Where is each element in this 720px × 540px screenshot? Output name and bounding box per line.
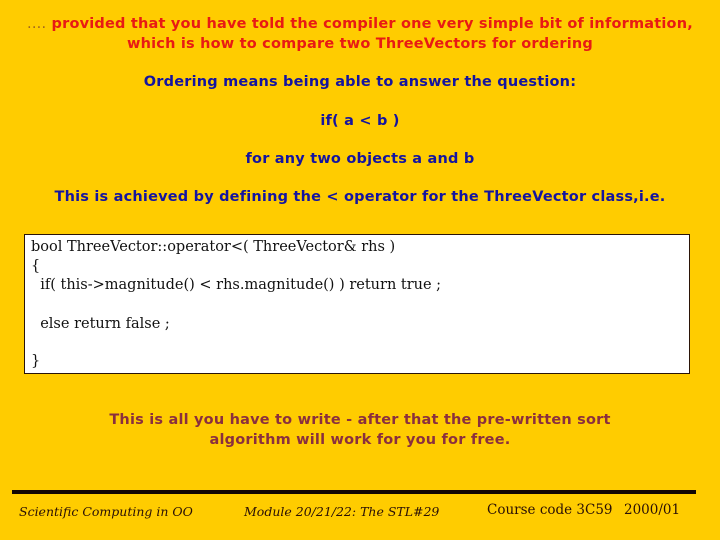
code-line-else: else return false ; bbox=[31, 316, 170, 332]
code-line-if: if( this->magnitude() < rhs.magnitude() … bbox=[31, 277, 442, 293]
footer-course-code: Course code 3C59 bbox=[487, 502, 613, 518]
intro-line-2: which is how to compare two ThreeVectors… bbox=[126, 36, 593, 52]
conclusion-line-1: This is all you have to write - after th… bbox=[109, 412, 611, 428]
intro-line-1: .... provided that you have told the com… bbox=[0, 16, 720, 32]
footer-slide-number: #29 bbox=[413, 504, 440, 519]
code-line-signature: bool ThreeVector::operator<( ThreeVector… bbox=[31, 239, 396, 255]
code-line-close-brace: } bbox=[31, 353, 41, 369]
comparison-question: if( a < b ) bbox=[320, 113, 400, 129]
intro-line-1-text: provided that you have told the compiler… bbox=[46, 16, 693, 32]
footer-divider bbox=[12, 490, 696, 494]
footer-course-title: Scientific Computing in OO bbox=[19, 504, 193, 519]
code-line-open-brace: { bbox=[31, 258, 41, 274]
objects-statement: for any two objects a and b bbox=[245, 151, 475, 167]
ordering-statement: Ordering means being able to answer the … bbox=[143, 74, 577, 90]
leading-ellipsis: .... bbox=[27, 16, 47, 32]
footer-module: Module 20/21/22: The STL bbox=[244, 504, 414, 519]
achieved-statement: This is achieved by defining the < opera… bbox=[54, 189, 666, 205]
conclusion-line-2: algorithm will work for you for free. bbox=[209, 432, 511, 448]
footer-year: 2000/01 bbox=[624, 502, 681, 518]
code-block: bool ThreeVector::operator<( ThreeVector… bbox=[24, 234, 690, 374]
